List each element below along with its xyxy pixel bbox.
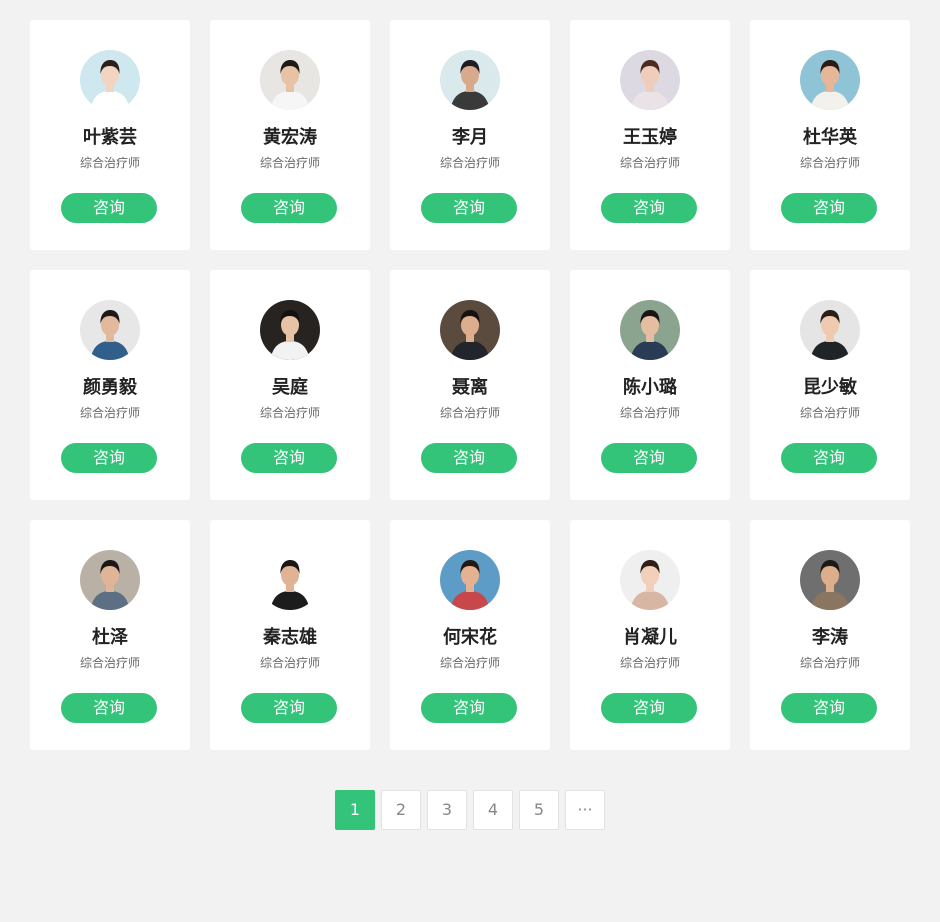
doctor-name: 肖凝儿	[623, 627, 677, 648]
doctor-card: 李涛 综合治疗师 咨询	[750, 520, 910, 750]
doctor-card: 聂离 综合治疗师 咨询	[390, 270, 550, 500]
doctor-card: 黄宏涛综合治疗师咨询	[210, 20, 370, 250]
doctor-title: 综合治疗师	[259, 156, 320, 170]
doctor-avatar	[620, 300, 680, 360]
consult-button[interactable]: 咨询	[241, 443, 337, 473]
doctor-card: 吴庭 综合治疗师 咨询	[210, 270, 370, 500]
page-ellipsis-button[interactable]: ···	[565, 790, 605, 830]
consult-button[interactable]: 咨询	[61, 693, 157, 723]
consult-button[interactable]: 咨询	[421, 693, 517, 723]
consult-button[interactable]: 咨询	[421, 443, 517, 473]
doctor-name: 昆少敏	[803, 377, 857, 398]
doctor-avatar	[80, 550, 140, 610]
doctor-avatar	[440, 300, 500, 360]
doctor-card: 杜泽 综合治疗师 咨询	[30, 520, 190, 750]
doctor-name: 叶紫芸	[83, 127, 137, 148]
doctor-grid: 叶紫芸 综合治疗师 咨询 黄宏涛 综合治疗师 咨询 李月 综合治疗师 咨询 王玉婷 综合治疗师 咨询杜…	[30, 20, 910, 750]
page-button-1[interactable]: 1	[335, 790, 375, 830]
doctor-avatar	[800, 50, 860, 110]
doctor-name: 黄宏涛	[263, 127, 317, 148]
doctor-card: 昆少敏综合治疗师咨询	[750, 270, 910, 500]
doctor-title: 综合治疗师	[259, 406, 320, 420]
doctor-card: 肖凝儿综合治疗师咨询	[570, 520, 730, 750]
doctor-title: 综合治疗师	[619, 406, 680, 420]
doctor-title: 综合治疗师	[619, 656, 680, 670]
doctor-name: 颜勇毅	[83, 377, 137, 398]
doctor-card: 杜华英综合治疗师咨询	[750, 20, 910, 250]
doctor-card: 李月 综合治疗师 咨询	[390, 20, 550, 250]
doctor-avatar	[620, 550, 680, 610]
doctor-name: 陈小璐	[623, 377, 677, 398]
doctor-title: 综合治疗师	[439, 406, 500, 420]
doctor-card: 陈小璐综合治疗师咨询	[570, 270, 730, 500]
doctor-avatar	[800, 300, 860, 360]
doctor-avatar	[620, 50, 680, 110]
doctor-name: 吴庭	[272, 377, 308, 398]
doctor-avatar	[260, 550, 320, 610]
page-button-4[interactable]: 4	[473, 790, 513, 830]
doctor-avatar	[80, 50, 140, 110]
doctor-avatar	[260, 50, 320, 110]
doctor-name: 王玉婷	[623, 127, 677, 148]
doctor-title: 综合治疗师	[259, 656, 320, 670]
doctor-card: 王玉婷综合治疗师咨询	[570, 20, 730, 250]
consult-button[interactable]: 咨询	[421, 193, 517, 223]
doctor-avatar	[440, 50, 500, 110]
consult-button[interactable]: 咨询	[241, 193, 337, 223]
doctor-title: 综合治疗师	[799, 406, 860, 420]
consult-button[interactable]: 咨询	[781, 193, 877, 223]
doctor-name: 李月	[452, 127, 488, 148]
doctor-card: 何宋花综合治疗师咨询	[390, 520, 550, 750]
doctor-name: 何宋花	[443, 627, 497, 648]
page-button-3[interactable]: 3	[427, 790, 467, 830]
doctor-title: 综合治疗师	[79, 156, 140, 170]
pagination: 1 2 3 4 5 ···	[335, 790, 605, 830]
consult-button[interactable]: 咨询	[61, 443, 157, 473]
doctor-title: 综合治疗师	[799, 656, 860, 670]
doctor-title: 综合治疗师	[439, 156, 500, 170]
consult-button[interactable]: 咨询	[781, 443, 877, 473]
doctor-title: 综合治疗师	[799, 156, 860, 170]
doctor-avatar	[260, 300, 320, 360]
doctor-avatar	[440, 550, 500, 610]
consult-button[interactable]: 咨询	[601, 693, 697, 723]
doctor-title: 综合治疗师	[619, 156, 680, 170]
doctor-title: 综合治疗师	[439, 656, 500, 670]
doctor-card: 叶紫芸综合治疗师咨询	[30, 20, 190, 250]
doctor-card: 秦志雄综合治疗师咨询	[210, 520, 370, 750]
consult-button[interactable]: 咨询	[781, 693, 877, 723]
doctor-avatar	[80, 300, 140, 360]
doctor-title: 综合治疗师	[79, 656, 140, 670]
doctor-name: 聂离	[452, 377, 488, 398]
doctor-card: 颜勇毅综合治疗师咨询	[30, 270, 190, 500]
consult-button[interactable]: 咨询	[601, 193, 697, 223]
doctor-name: 杜泽	[92, 627, 128, 648]
doctor-title: 综合治疗师	[79, 406, 140, 420]
doctor-avatar	[800, 550, 860, 610]
consult-button[interactable]: 咨询	[61, 193, 157, 223]
doctor-name: 杜华英	[803, 127, 857, 148]
doctor-name: 秦志雄	[263, 627, 317, 648]
page-button-2[interactable]: 2	[381, 790, 421, 830]
consult-button[interactable]: 咨询	[601, 443, 697, 473]
doctor-name: 李涛	[812, 627, 848, 648]
page-button-5[interactable]: 5	[519, 790, 559, 830]
consult-button[interactable]: 咨询	[241, 693, 337, 723]
